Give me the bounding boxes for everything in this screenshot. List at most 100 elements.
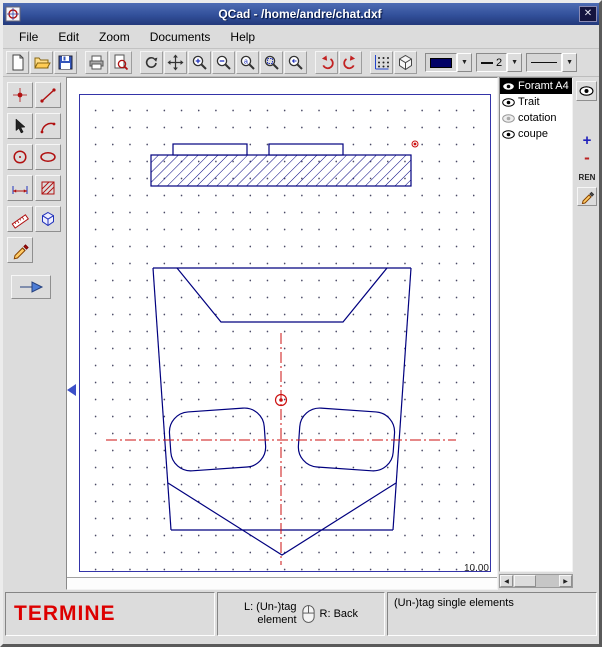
- command-text: TERMINE: [6, 602, 116, 626]
- current-color-swatch: [430, 58, 452, 68]
- line-style-combobox-arrow-icon[interactable]: ▼: [562, 53, 577, 72]
- eye-closed-icon[interactable]: [502, 114, 515, 123]
- zoom-auto-button[interactable]: a: [236, 51, 259, 74]
- tool-measure-button[interactable]: [7, 206, 33, 232]
- menu-file[interactable]: File: [9, 27, 48, 47]
- right-button-hint: R: Back: [320, 608, 359, 620]
- redraw-icon: [142, 53, 161, 72]
- line-width-combobox-arrow-icon[interactable]: ▼: [507, 53, 522, 72]
- add-layer-button[interactable]: +: [578, 133, 596, 149]
- select-cursor-icon: [10, 116, 30, 136]
- svg-text:a: a: [244, 59, 248, 66]
- scrollbar-thumb[interactable]: [514, 575, 536, 587]
- zoom-auto-icon: a: [238, 53, 257, 72]
- menu-zoom[interactable]: Zoom: [89, 27, 140, 47]
- close-button[interactable]: ✕: [579, 6, 597, 22]
- toolbar: a: [3, 49, 599, 77]
- action-help-text: (Un-)tag single elements: [387, 592, 597, 636]
- line-style-combobox[interactable]: ▼: [526, 53, 577, 72]
- save-file-icon: [56, 53, 75, 72]
- zoom-previous-button[interactable]: [284, 51, 307, 74]
- tool-lines-button[interactable]: [35, 82, 61, 108]
- lines-tool-icon: [38, 85, 58, 105]
- scroll-left-icon[interactable]: ◀: [500, 575, 513, 587]
- zoom-previous-icon: [286, 53, 305, 72]
- tool-forward-button[interactable]: [11, 275, 51, 299]
- layer-item[interactable]: Foramt A4: [500, 78, 572, 94]
- menu-documents[interactable]: Documents: [140, 27, 221, 47]
- remove-layer-button[interactable]: -: [578, 151, 596, 167]
- arcs-tool-icon: [38, 116, 58, 136]
- window-title: QCad - /home/andre/chat.dxf: [25, 7, 575, 21]
- grid-spacing-label: 10.00: [464, 563, 489, 574]
- modify-pencil-icon: [10, 240, 30, 260]
- menu-help[interactable]: Help: [220, 27, 265, 47]
- tool-hatch-button[interactable]: [35, 175, 61, 201]
- toolbar-separator: [133, 51, 140, 74]
- open-file-icon: [32, 53, 51, 72]
- print-button[interactable]: [85, 51, 108, 74]
- mouse-hints: L: (Un-)tag element R: Back: [217, 592, 385, 636]
- tool-dimensions-button[interactable]: [7, 175, 33, 201]
- new-file-button[interactable]: [6, 51, 29, 74]
- layer-list-scrollbar[interactable]: ◀ ▶: [499, 574, 573, 588]
- pan-button[interactable]: [164, 51, 187, 74]
- hatch-tool-icon: [38, 178, 58, 198]
- zoom-window-icon: [262, 53, 281, 72]
- print-icon: [87, 53, 106, 72]
- eye-icon[interactable]: [502, 98, 515, 107]
- statusbar: TERMINE L: (Un-)tag element R: Back (Un-…: [3, 590, 599, 639]
- zoom-in-button[interactable]: [188, 51, 211, 74]
- pen-icon: [580, 189, 595, 204]
- layer-list: Foramt A4 Trait cotation coupe: [499, 77, 573, 572]
- layer-item[interactable]: coupe: [500, 126, 572, 142]
- redraw-button[interactable]: [140, 51, 163, 74]
- scrollbar-track[interactable]: [513, 575, 559, 587]
- color-combobox[interactable]: ▼: [425, 53, 472, 72]
- tool-modify-button[interactable]: [7, 237, 33, 263]
- titlebar[interactable]: QCad - /home/andre/chat.dxf ✕: [3, 3, 599, 25]
- redo-icon: [341, 53, 360, 72]
- grid-toggle-button[interactable]: [370, 51, 393, 74]
- section-edge-marker: [67, 384, 76, 396]
- edit-layer-button[interactable]: [577, 187, 597, 206]
- dimensions-tool-icon: [10, 178, 30, 198]
- eye-icon[interactable]: [502, 130, 515, 139]
- tool-arcs-button[interactable]: [35, 113, 61, 139]
- line-width-combobox[interactable]: 2 ▼: [476, 53, 522, 72]
- rename-layer-button[interactable]: REN: [577, 173, 597, 184]
- layer-name: coupe: [518, 128, 548, 140]
- tool-select-button[interactable]: [7, 113, 33, 139]
- toggle-all-layers-button[interactable]: [576, 81, 597, 101]
- tool-points-button[interactable]: [7, 82, 33, 108]
- command-line[interactable]: TERMINE: [5, 592, 215, 636]
- save-file-button[interactable]: [54, 51, 77, 74]
- toolbar-separator: [308, 51, 315, 74]
- drawing-canvas[interactable]: 10.00: [66, 77, 498, 590]
- tool-ellipses-button[interactable]: [35, 144, 61, 170]
- zoom-out-button[interactable]: [212, 51, 235, 74]
- scroll-right-icon[interactable]: ▶: [559, 575, 572, 587]
- layer-item[interactable]: cotation: [500, 110, 572, 126]
- grid-icon: [372, 53, 391, 72]
- tool-blocks-button[interactable]: [35, 206, 61, 232]
- layer-name: Trait: [518, 96, 540, 108]
- canvas-horizontal-scrollbar[interactable]: [67, 577, 497, 589]
- pan-icon: [166, 53, 185, 72]
- layer-item[interactable]: Trait: [500, 94, 572, 110]
- ellipses-tool-icon: [38, 147, 58, 167]
- print-preview-icon: [111, 53, 130, 72]
- print-preview-button[interactable]: [109, 51, 132, 74]
- isometric-icon: [396, 53, 415, 72]
- color-combobox-arrow-icon[interactable]: ▼: [457, 53, 472, 72]
- blue-forward-arrow-icon: [18, 279, 44, 295]
- undo-button[interactable]: [315, 51, 338, 74]
- menu-edit[interactable]: Edit: [48, 27, 89, 47]
- tool-circles-button[interactable]: [7, 144, 33, 170]
- open-file-button[interactable]: [30, 51, 53, 74]
- isometric-view-button[interactable]: [394, 51, 417, 74]
- zoom-window-button[interactable]: [260, 51, 283, 74]
- redo-button[interactable]: [339, 51, 362, 74]
- layer-name: Foramt A4: [518, 80, 569, 92]
- eye-icon[interactable]: [502, 82, 515, 91]
